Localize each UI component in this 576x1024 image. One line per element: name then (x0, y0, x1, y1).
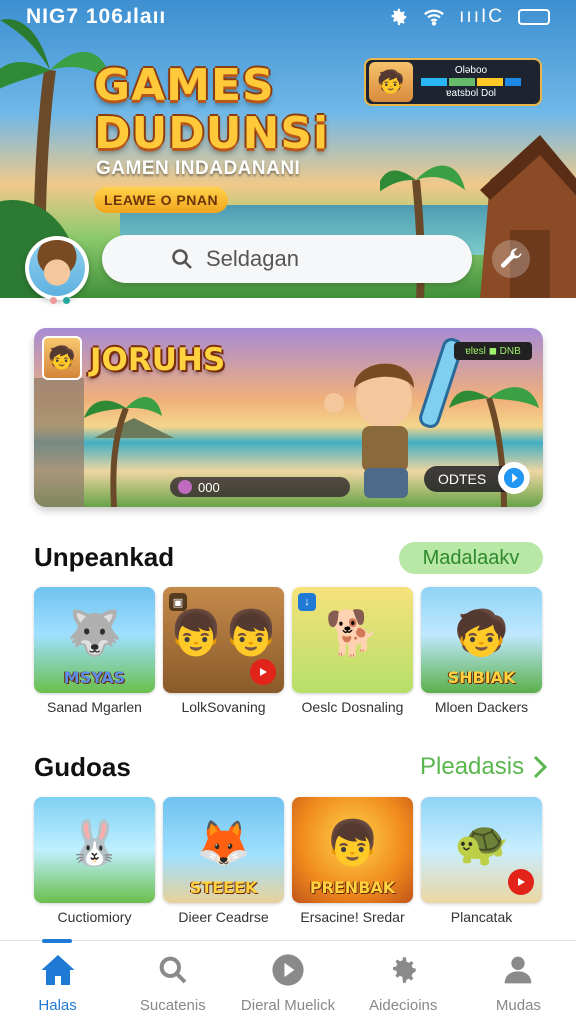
avatar-image (29, 240, 85, 296)
featured-thumbnail: 🧒 (42, 336, 82, 380)
bunny-warrior-icon: 🐰 (67, 819, 122, 868)
gear-icon[interactable] (387, 6, 409, 28)
kids-play-icon: 👦👦 (168, 609, 279, 658)
game-logo: SHBIAK (447, 668, 516, 687)
turtle-icon: 🐢 (454, 819, 509, 868)
chevron-right-icon (534, 755, 548, 779)
game-title: Oeslc Dosnaling (301, 699, 404, 715)
play-icon (503, 467, 525, 489)
game-thumbnail: 🐰 (34, 797, 155, 903)
game-title: Ersacine! Sredar (300, 909, 405, 925)
nav-label: Dieral Muelick (240, 997, 336, 1014)
game-card[interactable]: 👦 PRENBAK Ersacine! Sredar (292, 797, 413, 925)
player-card-line1: Oləboo (454, 65, 488, 76)
nav-active-indicator (42, 939, 72, 943)
avatar-status-dots (50, 297, 70, 304)
home-icon (39, 951, 77, 989)
nav-item-search[interactable]: Sucatenis (115, 941, 230, 1024)
game-row-2: 🐰 Cuctiomiory 🦊 STEEEK Dieer Ceadrse 👦 P… (34, 797, 544, 925)
nav-item-profile[interactable]: Mudas (461, 941, 576, 1024)
avatar[interactable] (25, 236, 89, 300)
game-card[interactable]: 🐢 Plancatak (421, 797, 542, 925)
gear-icon (384, 951, 422, 989)
game-title: Plancatak (450, 909, 513, 925)
featured-progress: 000 (170, 477, 350, 497)
featured-progress-text: 000 (198, 479, 220, 495)
bottom-navigation: Halas Sucatenis Dieral Muelick Aidecioin… (0, 939, 576, 1024)
hero-subtitle: GAMEN INDADANANI (96, 158, 301, 179)
game-thumbnail: 🦊 STEEEK (163, 797, 284, 903)
game-thumbnail: ↓ 🐕 (292, 587, 413, 693)
game-logo: PRENBAK (309, 878, 396, 897)
game-thumbnail: 🐺 MSYAS (34, 587, 155, 693)
nav-item-home[interactable]: Halas (0, 941, 115, 1024)
status-bar: NIG7 106ɹlaıı ıııIC (0, 0, 576, 34)
boy-sword-icon: 👦 (325, 819, 380, 868)
nav-label: Aidecioins (369, 997, 438, 1014)
section-2-more-link[interactable]: Pleadasis (420, 752, 548, 782)
search-input[interactable]: Seldagan (102, 235, 472, 283)
game-card[interactable]: ↓ 🐕 Oeslc Dosnaling (292, 587, 413, 715)
tools-button[interactable] (492, 240, 530, 278)
featured-badge: ɐlɐsl ◼ DNB (454, 342, 532, 360)
player-avatar-icon: 🧒 (369, 62, 413, 102)
section-1-more-button[interactable]: Madalaakv (399, 542, 543, 574)
game-thumbnail: 🧒 SHBIAK (421, 587, 542, 693)
nav-label: Mudas (495, 997, 541, 1014)
player-stat-bars (421, 78, 521, 86)
hero-cta-button[interactable]: LEAWE O PNAN (94, 187, 228, 213)
game-logo: STEEEK (189, 878, 258, 897)
play-icon[interactable] (250, 659, 276, 685)
game-title: Mloen Dackers (434, 699, 529, 715)
nav-label: Halas (38, 997, 77, 1014)
play-circle-icon (269, 951, 307, 989)
nav-item-play[interactable]: Dieral Muelick (230, 941, 345, 1024)
game-logo: MSYAS (63, 668, 126, 687)
game-thumbnail: 🐢 (421, 797, 542, 903)
nav-label: Sucatenis (139, 997, 206, 1014)
wifi-icon (424, 9, 445, 26)
game-card[interactable]: 🐺 MSYAS Sanad Mgarlen (34, 587, 155, 715)
controller-icon (178, 480, 192, 494)
battery-icon (518, 9, 550, 25)
search-placeholder: Seldagan (206, 246, 299, 271)
featured-title: JORUHS (90, 342, 226, 378)
wrench-icon (500, 248, 522, 268)
game-card[interactable]: 🧒 SHBIAK Mloen Dackers (421, 587, 542, 715)
play-icon[interactable] (508, 869, 534, 895)
game-card[interactable]: 🦊 STEEEK Dieer Ceadrse (163, 797, 284, 925)
status-left-text: NIG7 106ɹlaıı (26, 5, 167, 28)
game-thumbnail: ▣ 👦👦 (163, 587, 284, 693)
search-icon (172, 249, 192, 269)
game-card[interactable]: 🐰 Cuctiomiory (34, 797, 155, 925)
player-card-line2: ɐatsbol Dol (445, 88, 497, 99)
fox-icon: 🦊 (196, 819, 251, 868)
game-title: Dieer Ceadrse (178, 909, 269, 925)
hero-banner: NIG7 106ɹlaıı ıııIC GAMES DUDUNSi GAMEN … (0, 0, 576, 298)
hero-boy-icon: 🧒 (454, 609, 509, 658)
section-2-more-label: Pleadasis (420, 753, 525, 780)
featured-play-button[interactable] (498, 462, 530, 494)
game-title: Cuctiomiory (57, 909, 132, 925)
game-thumbnail: 👦 PRENBAK (292, 797, 413, 903)
corgi-icon: 🐕 (325, 609, 380, 658)
nav-item-settings[interactable]: Aidecioins (346, 941, 461, 1024)
person-icon (499, 951, 537, 989)
section-title-2: Gudoas (34, 752, 131, 782)
hero-player-card[interactable]: 🧒 Oləboo ɐatsbol Dol (364, 58, 542, 106)
game-title: LolkSovaning (181, 699, 266, 715)
game-row-1: 🐺 MSYAS Sanad Mgarlen ▣ 👦👦 LolkSovaning … (34, 587, 544, 715)
game-title: Sanad Mgarlen (47, 699, 142, 715)
game-card[interactable]: ▣ 👦👦 LolkSovaning (163, 587, 284, 715)
signal-text: ıııIC (459, 6, 504, 27)
section-title-1: Unpeankad (34, 542, 175, 572)
hero-title: GAMES DUDUNSi (94, 60, 330, 159)
dog-knight-icon: 🐺 (67, 609, 122, 658)
search-icon (154, 951, 192, 989)
